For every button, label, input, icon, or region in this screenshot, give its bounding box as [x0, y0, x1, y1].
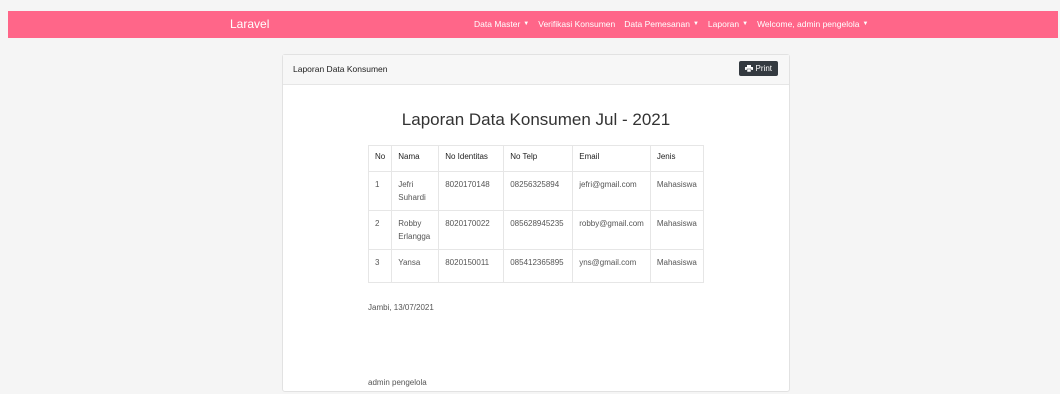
nav-data-pemesanan-label: Data Pemesanan	[624, 19, 690, 29]
column-header-no-telp: No Telp	[503, 145, 574, 172]
caret-down-icon: ▼	[862, 21, 869, 27]
column-header-jenis: Jenis	[649, 145, 704, 172]
caret-down-icon: ▼	[742, 21, 749, 27]
cell-no-identitas: 8020150011	[438, 249, 505, 283]
cell-nama: Robby Erlangga	[391, 210, 440, 250]
nav-data-master-label: Data Master	[474, 19, 521, 29]
nav-user-menu-label: Welcome, admin pengelola	[757, 19, 860, 29]
brand-link[interactable]: Laravel	[230, 17, 269, 31]
table-row: 2 Robby Erlangga 8020170022 085628945235…	[367, 210, 704, 250]
cell-nama: Yansa	[391, 249, 440, 283]
card-header: Laporan Data Konsumen Print	[283, 55, 789, 85]
nav-verifikasi-konsumen[interactable]: Verifikasi Konsumen	[538, 19, 615, 29]
cell-jenis: Mahasiswa	[649, 210, 704, 250]
column-header-nama: Nama	[391, 145, 440, 172]
nav-user-menu[interactable]: Welcome, admin pengelola ▼	[757, 19, 868, 29]
cell-no: 1	[367, 171, 393, 211]
consumer-table: No Nama No Identitas No Telp Email Jenis…	[367, 145, 704, 283]
top-navbar: Laravel Data Master ▼ Verifikasi Konsume…	[8, 11, 1058, 38]
cell-no: 3	[367, 249, 393, 283]
report-card: Laporan Data Konsumen Print Laporan Data…	[282, 54, 790, 392]
cell-no-telp: 085412365895	[503, 249, 574, 283]
nav-laporan-label: Laporan	[707, 19, 740, 29]
table-header-row: No Nama No Identitas No Telp Email Jenis	[367, 145, 704, 172]
cell-email: jefri@gmail.com	[572, 171, 651, 211]
table-row: 3 Yansa 8020150011 085412365895 yns@gmai…	[367, 249, 704, 283]
printer-icon	[744, 65, 753, 72]
cell-jenis: Mahasiswa	[649, 171, 704, 211]
cell-no-identitas: 8020170022	[438, 210, 505, 250]
cell-jenis: Mahasiswa	[649, 249, 704, 283]
cell-no-identitas: 8020170148	[438, 171, 505, 211]
print-button[interactable]: Print	[738, 61, 778, 76]
nav-laporan[interactable]: Laporan ▼	[708, 19, 748, 29]
cell-no-telp: 08256325894	[503, 171, 574, 211]
cell-email: yns@gmail.com	[572, 249, 651, 283]
column-header-no: No	[367, 145, 393, 172]
table-row: 1 Jefri Suhardi 8020170148 08256325894 j…	[367, 171, 704, 211]
signer-name: admin pengelola	[368, 378, 427, 387]
cell-nama: Jefri Suhardi	[391, 171, 440, 211]
nav-data-pemesanan[interactable]: Data Pemesanan ▼	[624, 19, 699, 29]
caret-down-icon: ▼	[692, 21, 699, 27]
print-button-label: Print	[755, 64, 772, 73]
column-header-no-identitas: No Identitas	[438, 145, 505, 172]
caret-down-icon: ▼	[523, 21, 530, 27]
cell-no: 2	[367, 210, 393, 250]
column-header-email: Email	[572, 145, 651, 172]
cell-email: robby@gmail.com	[572, 210, 651, 250]
nav-verifikasi-konsumen-label: Verifikasi Konsumen	[538, 19, 616, 29]
cell-no-telp: 085628945235	[503, 210, 574, 250]
card-title: Laporan Data Konsumen	[293, 64, 388, 74]
nav-menu: Data Master ▼ Verifikasi Konsumen Data P…	[474, 19, 868, 29]
report-title: Laporan Data Konsumen Jul - 2021	[401, 110, 671, 129]
place-date: Jambi, 13/07/2021	[368, 303, 434, 312]
nav-data-master[interactable]: Data Master ▼	[474, 19, 529, 29]
